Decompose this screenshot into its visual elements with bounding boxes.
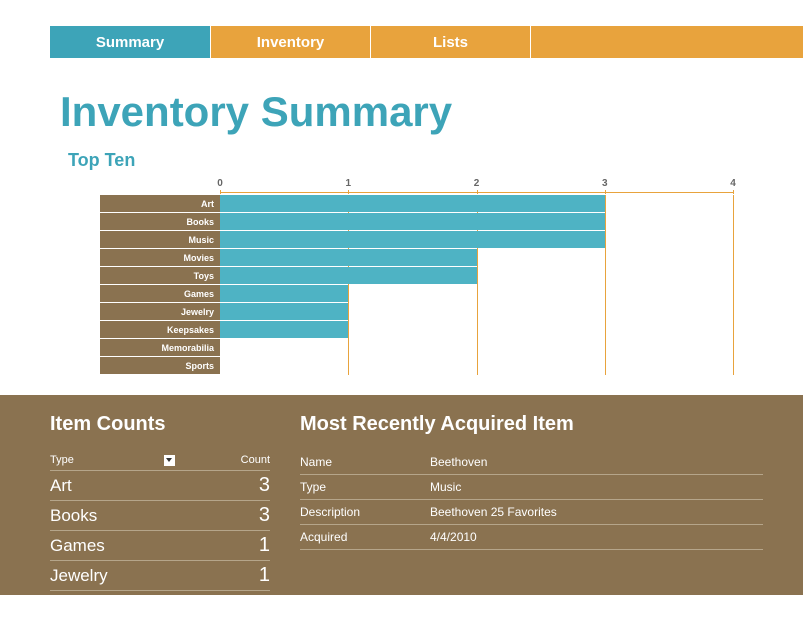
item-count: 3 (259, 474, 270, 497)
recent-field-label: Description (300, 505, 430, 519)
item-type: Jewelry (50, 566, 108, 586)
chart-row: Toys (100, 267, 733, 284)
item-count-row: Jewelry 1 (50, 561, 270, 591)
axis-tick: 0 (217, 178, 223, 189)
chart-row: Games (100, 285, 733, 302)
chart-bar (220, 249, 477, 266)
chart-title: Top Ten (60, 150, 763, 171)
recent-item-row: TypeMusic (300, 475, 763, 500)
chart-category-label: Sports (100, 357, 220, 374)
recent-field-value: Beethoven 25 Favorites (430, 505, 763, 519)
filter-dropdown-icon[interactable] (164, 455, 175, 466)
recent-field-label: Type (300, 480, 430, 494)
recent-item-row: Acquired4/4/2010 (300, 525, 763, 550)
axis-tick: 4 (730, 178, 736, 189)
item-count: 1 (259, 564, 270, 587)
tab-lists[interactable]: Lists (371, 26, 531, 58)
recent-field-value: Beethoven (430, 455, 763, 469)
chart-row: Movies (100, 249, 733, 266)
chart-category-label: Books (100, 213, 220, 230)
recent-field-label: Name (300, 455, 430, 469)
chart-category-label: Toys (100, 267, 220, 284)
chart-row: Books (100, 213, 733, 230)
item-count-row: Books 3 (50, 501, 270, 531)
chart-category-label: Movies (100, 249, 220, 266)
chart-bar (220, 321, 348, 338)
item-counts-panel: Item Counts Type Count Art3Books3Games1J… (50, 413, 270, 575)
chart-bar (220, 213, 605, 230)
chart-category-label: Keepsakes (100, 321, 220, 338)
header-count-label: Count (241, 454, 270, 466)
chart-category-label: Jewelry (100, 303, 220, 320)
recent-field-label: Acquired (300, 530, 430, 544)
axis-tick: 2 (474, 178, 480, 189)
recent-field-value: 4/4/2010 (430, 530, 763, 544)
summary-footer: Item Counts Type Count Art3Books3Games1J… (0, 395, 803, 595)
top-ten-chart: 0 1 2 3 4 ArtBooksMusicMoviesToysGamesJewelr… (60, 171, 763, 374)
chart-bar (220, 231, 605, 248)
tab-summary[interactable]: Summary (50, 26, 211, 58)
chart-category-label: Games (100, 285, 220, 302)
main-content: Inventory Summary Top Ten 0 1 2 3 4 ArtBooks… (0, 58, 803, 395)
item-count: 1 (259, 534, 270, 557)
chart-row: Sports (100, 357, 733, 374)
chart-row: Keepsakes (100, 321, 733, 338)
recent-item-title: Most Recently Acquired Item (300, 413, 763, 436)
chart-bar (220, 303, 348, 320)
item-type: Books (50, 506, 97, 526)
axis-tick: 1 (345, 178, 351, 189)
recent-field-value: Music (430, 480, 763, 494)
chart-x-axis: 0 1 2 3 4 (220, 171, 733, 193)
chart-row: Art (100, 195, 733, 212)
chart-bar (220, 267, 477, 284)
tab-bar: Summary Inventory Lists (0, 26, 803, 58)
item-count-row: Art 3 (50, 471, 270, 501)
chart-category-label: Art (100, 195, 220, 212)
item-count-row: Games 1 (50, 531, 270, 561)
item-type: Art (50, 476, 72, 496)
tab-inventory[interactable]: Inventory (211, 26, 371, 58)
chart-row: Music (100, 231, 733, 248)
recent-item-row: DescriptionBeethoven 25 Favorites (300, 500, 763, 525)
axis-tick: 3 (602, 178, 608, 189)
chart-bar (220, 285, 348, 302)
chart-category-label: Memorabilia (100, 339, 220, 356)
item-type: Games (50, 536, 105, 556)
recent-item-row: NameBeethoven (300, 450, 763, 475)
page-title: Inventory Summary (60, 88, 763, 136)
chart-category-label: Music (100, 231, 220, 248)
recent-item-panel: Most Recently Acquired Item NameBeethove… (300, 413, 763, 575)
header-type-label: Type (50, 454, 74, 466)
chart-row: Memorabilia (100, 339, 733, 356)
item-counts-title: Item Counts (50, 413, 270, 436)
chart-row: Jewelry (100, 303, 733, 320)
chart-bar (220, 195, 605, 212)
item-counts-header: Type Count (50, 450, 270, 471)
item-count: 3 (259, 504, 270, 527)
